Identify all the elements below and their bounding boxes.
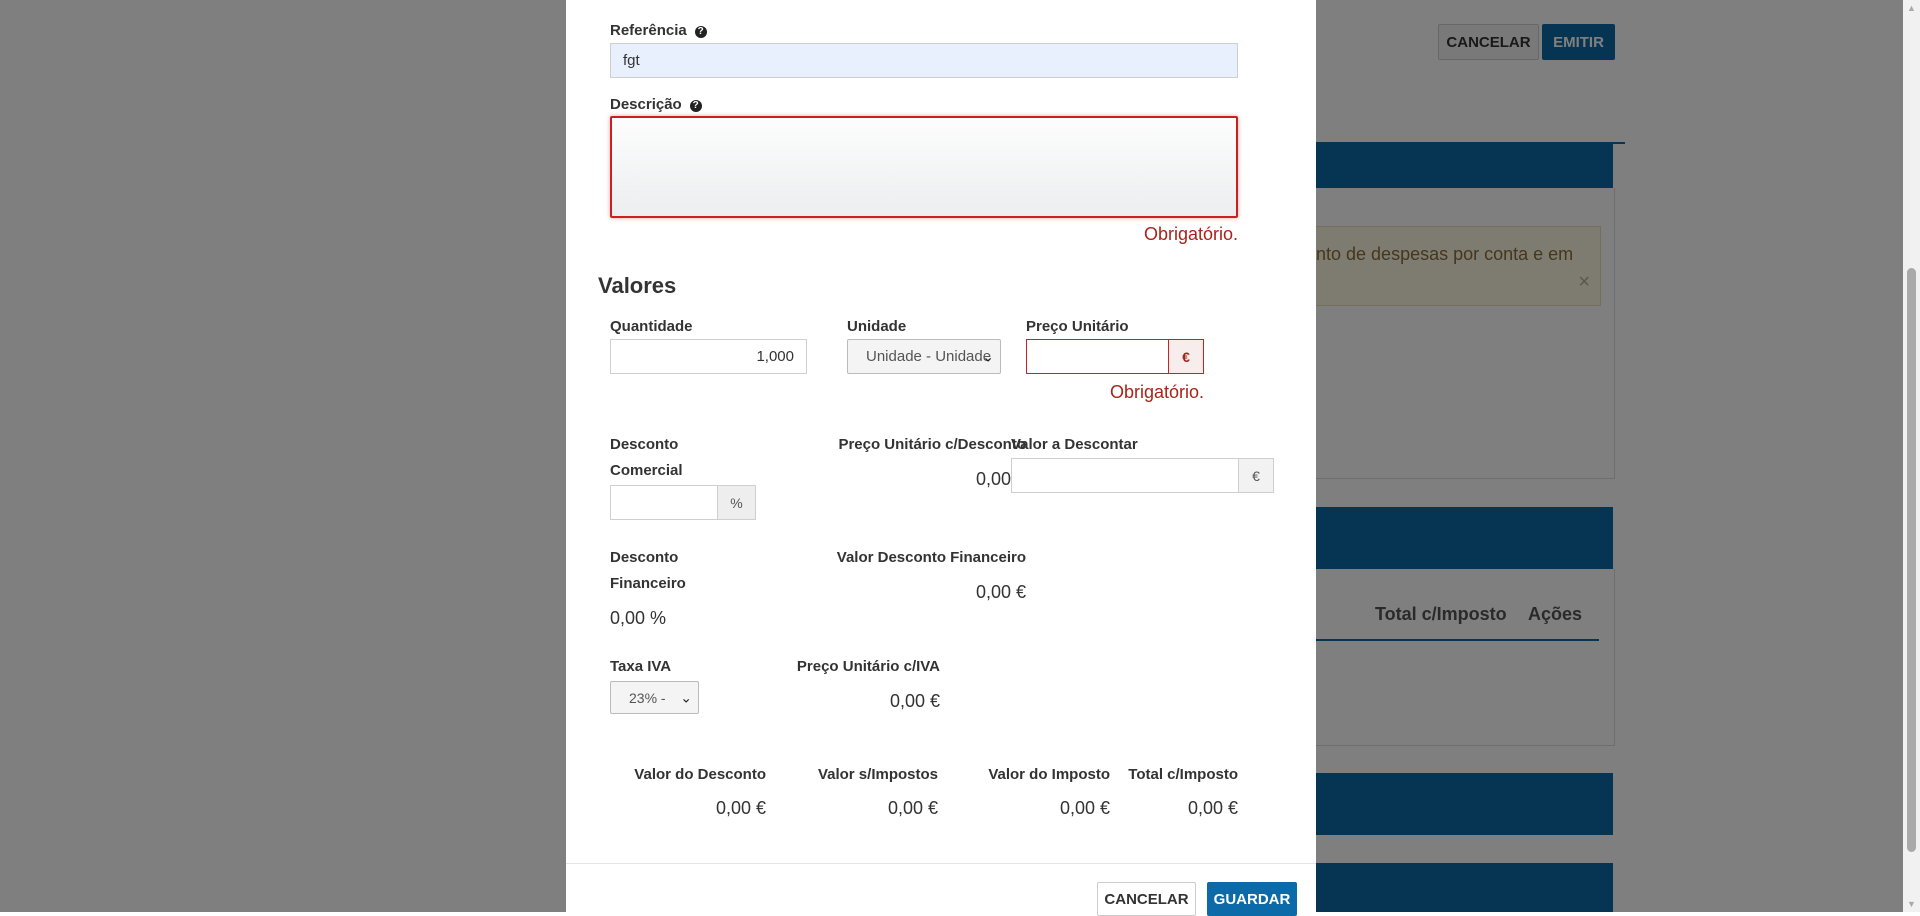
line-item-modal: Referência? Descrição? Obrigatório. Valo… xyxy=(566,0,1316,916)
discount-amount-input[interactable] xyxy=(1011,458,1240,493)
commercial-discount-label: Desconto Comercial xyxy=(610,432,683,484)
unit-label: Unidade xyxy=(847,318,907,335)
unit-select-value: Unidade - Unidade xyxy=(866,348,992,365)
vat-rate-select-value: 23% - xyxy=(629,689,666,706)
reference-input[interactable] xyxy=(610,43,1238,78)
financial-discount-amount-value: 0,00 € xyxy=(975,582,1026,602)
unit-price-discount-value: 0,00 € xyxy=(975,469,1026,489)
page-scrollbar[interactable]: ▲ ▼ xyxy=(1903,0,1920,912)
euro-addon: € xyxy=(1238,458,1274,493)
commercial-discount-label-line1: Desconto xyxy=(610,436,679,453)
reference-label-text: Referência xyxy=(610,22,687,39)
percent-addon: % xyxy=(717,485,756,520)
total-with-tax-label: Total c/Imposto xyxy=(1128,766,1238,783)
financial-discount-label: Desconto Financeiro xyxy=(610,545,686,597)
save-button[interactable]: GUARDAR xyxy=(1207,882,1297,916)
unit-price-discount-label: Preço Unitário c/Desconto xyxy=(838,436,1026,453)
question-circle-icon[interactable]: ? xyxy=(689,100,702,112)
cancel-button[interactable]: CANCELAR xyxy=(1097,882,1196,916)
commercial-discount-input[interactable] xyxy=(610,485,718,520)
question-circle-icon[interactable]: ? xyxy=(694,26,707,38)
vat-rate-label: Taxa IVA xyxy=(610,658,672,675)
total-discount-value: 0,00 € xyxy=(715,798,766,818)
euro-addon: € xyxy=(1168,339,1204,374)
quantity-label: Quantidade xyxy=(610,318,693,335)
scrollbar-thumb[interactable] xyxy=(1907,268,1916,852)
unit-price-vat-label: Preço Unitário c/IVA xyxy=(796,658,940,675)
vat-rate-select[interactable]: 23% - ⌄ xyxy=(610,681,699,714)
chevron-down-icon: ⌄ xyxy=(982,348,994,364)
financial-discount-label-line1: Desconto xyxy=(610,549,679,566)
unit-select[interactable]: Unidade - Unidade ⌄ xyxy=(847,339,1001,374)
description-label: Descrição? xyxy=(610,92,702,118)
tax-amount-label: Valor do Imposto xyxy=(988,766,1110,783)
commercial-discount-label-line2: Comercial xyxy=(610,462,683,479)
financial-discount-amount-label: Valor Desconto Financeiro xyxy=(836,549,1026,566)
description-textarea[interactable] xyxy=(610,116,1238,218)
description-label-text: Descrição xyxy=(610,96,682,113)
financial-discount-label-line2: Financeiro xyxy=(610,575,686,592)
reference-label: Referência? xyxy=(610,18,707,44)
scroll-down-icon[interactable]: ▼ xyxy=(1907,899,1916,909)
discount-amount-label: Valor a Descontar xyxy=(1011,436,1138,453)
total-without-tax-label: Valor s/Impostos xyxy=(817,766,938,783)
description-error: Obrigatório. xyxy=(1143,224,1238,244)
modal-footer-divider xyxy=(566,863,1316,864)
unit-price-vat-value: 0,00 € xyxy=(889,691,940,711)
quantity-input[interactable] xyxy=(610,339,807,374)
values-section-title: Valores xyxy=(598,273,677,298)
scroll-up-icon[interactable]: ▲ xyxy=(1907,3,1916,13)
chevron-down-icon: ⌄ xyxy=(680,689,692,705)
total-without-tax-value: 0,00 € xyxy=(887,798,938,818)
unit-price-error: Obrigatório. xyxy=(1109,382,1204,402)
total-with-tax-value: 0,00 € xyxy=(1187,798,1238,818)
tax-amount-value: 0,00 € xyxy=(1059,798,1110,818)
unit-price-label: Preço Unitário xyxy=(1026,318,1129,335)
unit-price-input[interactable] xyxy=(1026,339,1169,374)
total-discount-label: Valor do Desconto xyxy=(634,766,766,783)
financial-discount-value: 0,00 % xyxy=(610,608,667,628)
